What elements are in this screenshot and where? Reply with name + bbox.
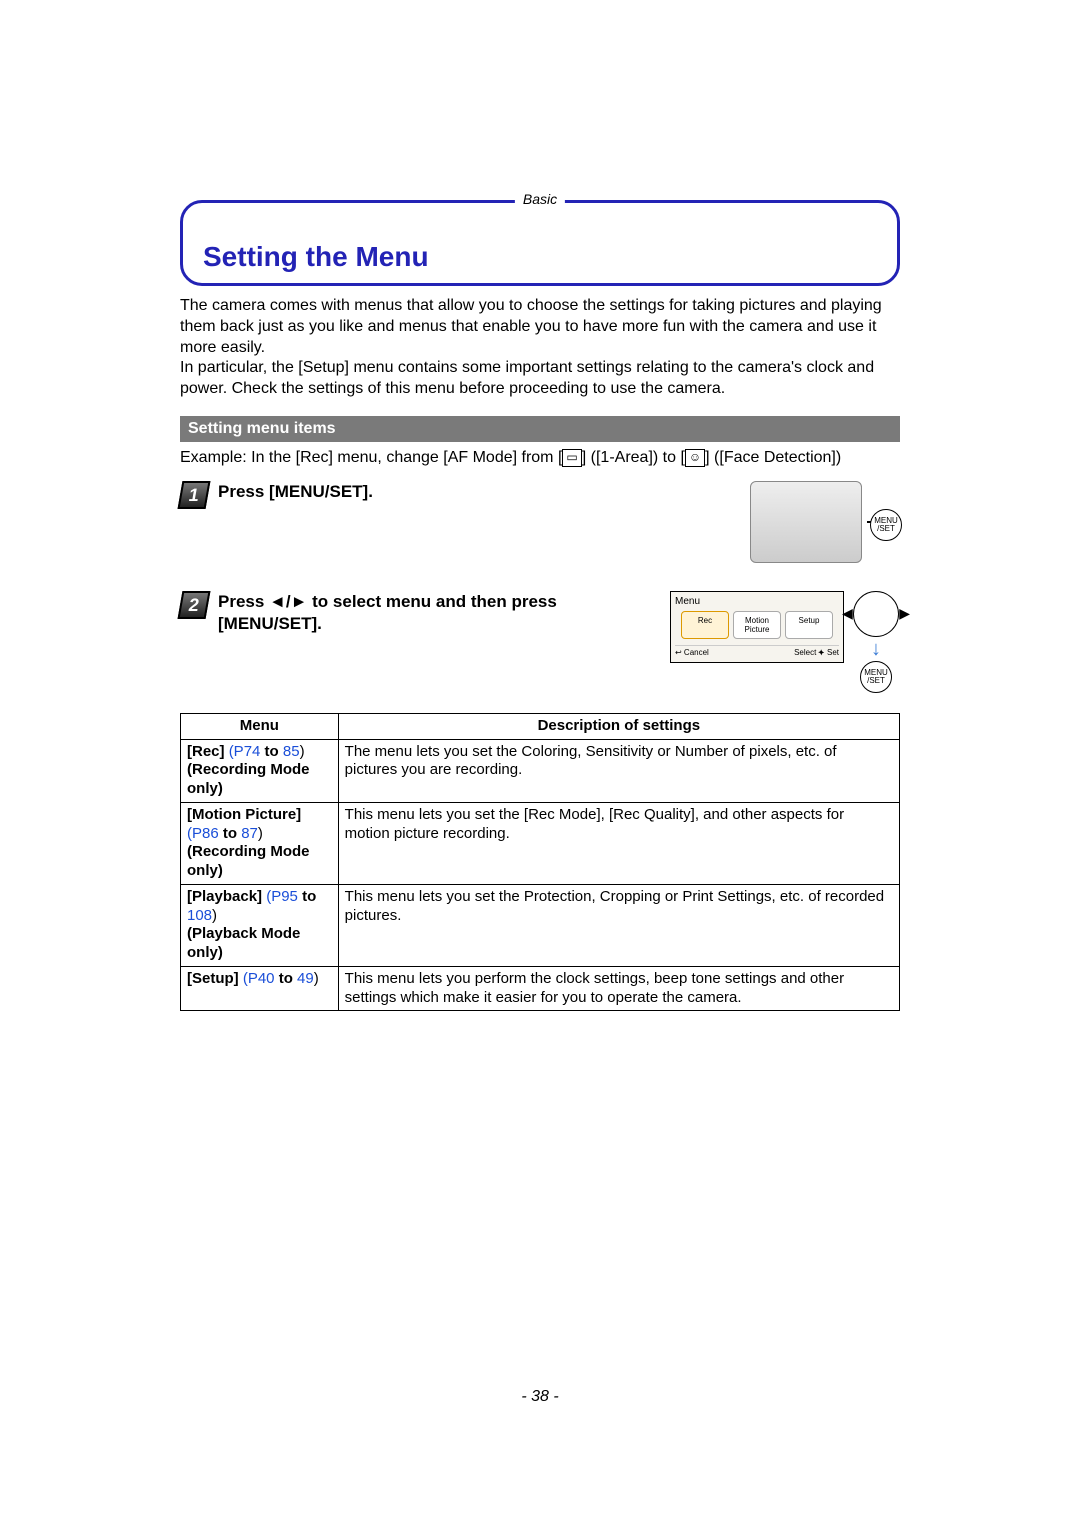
one-area-icon: ▭ <box>562 449 581 467</box>
menu-name: [Playback] <box>187 888 262 905</box>
screen-tab-rec: Rec <box>681 611 729 639</box>
menu-desc: The menu lets you set the Coloring, Sens… <box>338 739 899 802</box>
menu-set-button-icon-2: MENU /SET <box>860 661 892 693</box>
menu-desc: This menu lets you set the Protection, C… <box>338 884 899 966</box>
page-link[interactable]: 49 <box>297 970 314 987</box>
screen-cancel: ↩ Cancel <box>675 648 709 658</box>
th-menu: Menu <box>181 713 339 739</box>
screen-tab-setup: Setup <box>785 611 833 639</box>
step-1-text: Press [MENU/SET]. <box>218 481 740 503</box>
camera-illustration <box>750 481 862 563</box>
manual-page: Basic Setting the Menu The camera comes … <box>0 0 1080 1526</box>
table-row: [Playback] (P95 to 108) (Playback Mode o… <box>181 884 900 966</box>
section-header-box: Basic Setting the Menu <box>180 200 900 286</box>
menu-desc: This menu lets you perform the clock set… <box>338 966 899 1011</box>
step-badge-2: 2 <box>180 591 208 619</box>
table-row: [Rec] (P74 to 85) (Recording Mode only) … <box>181 739 900 802</box>
face-detect-icon: ☺ <box>685 449 705 467</box>
section-label: Basic <box>515 191 565 207</box>
page-link[interactable]: 87 <box>241 825 258 842</box>
step-1: 1 Press [MENU/SET]. MENU /SET <box>180 481 900 571</box>
arrow-down-icon: ↓ <box>852 639 900 659</box>
table-row: [Setup] (P40 to 49) This menu lets you p… <box>181 966 900 1011</box>
menu-name: [Motion Picture] <box>187 806 301 823</box>
dpad-icon <box>853 591 899 637</box>
arrow-left-icon: ◀ <box>842 605 853 622</box>
menu-note: (Recording Mode only) <box>187 761 310 797</box>
step-number-1: 1 <box>180 483 208 507</box>
menu-name: [Rec] <box>187 743 225 760</box>
page-link[interactable]: (P95 <box>266 888 298 905</box>
arrow-right-icon: ▶ <box>899 605 910 622</box>
menu-note: (Recording Mode only) <box>187 843 310 879</box>
page-link[interactable]: (P86 <box>187 825 219 842</box>
step-2-text: Press ◄/► to select menu and then press … <box>218 591 660 635</box>
example-prefix: Example: In the [Rec] menu, change [AF M… <box>180 449 562 466</box>
th-desc: Description of settings <box>338 713 899 739</box>
example-mid: ] ([1-Area]) to [ <box>582 449 685 466</box>
menu-note: (Playback Mode only) <box>187 925 300 961</box>
table-row: [Motion Picture] (P86 to 87) (Recording … <box>181 802 900 884</box>
example-suffix: ] ([Face Detection]) <box>705 449 841 466</box>
screen-select: Select ⯌ Set <box>794 648 839 658</box>
intro-text: The camera comes with menus that allow y… <box>180 296 900 400</box>
example-text: Example: In the [Rec] menu, change [AF M… <box>180 448 900 469</box>
page-link[interactable]: 108 <box>187 907 212 924</box>
subheader: Setting menu items <box>180 416 900 442</box>
screen-title: Menu <box>675 596 839 607</box>
menu-name: [Setup] <box>187 970 239 987</box>
page-number: - 38 - <box>0 1388 1080 1406</box>
step-badge-1: 1 <box>180 481 208 509</box>
camera-screen-illustration: Menu Rec Motion Picture Setup ↩ Cancel S… <box>670 591 844 663</box>
menu-set-button-icon: MENU /SET <box>870 509 902 541</box>
screen-tab-motion: Motion Picture <box>733 611 781 639</box>
page-title: Setting the Menu <box>203 241 877 273</box>
menu-desc: This menu lets you set the [Rec Mode], [… <box>338 802 899 884</box>
page-link[interactable]: (P40 <box>243 970 275 987</box>
page-link[interactable]: 85 <box>283 743 300 760</box>
menu-description-table: Menu Description of settings [Rec] (P74 … <box>180 713 900 1012</box>
step-number-2: 2 <box>180 593 208 617</box>
page-link[interactable]: (P74 <box>229 743 261 760</box>
step-2: 2 Press ◄/► to select menu and then pres… <box>180 591 900 693</box>
